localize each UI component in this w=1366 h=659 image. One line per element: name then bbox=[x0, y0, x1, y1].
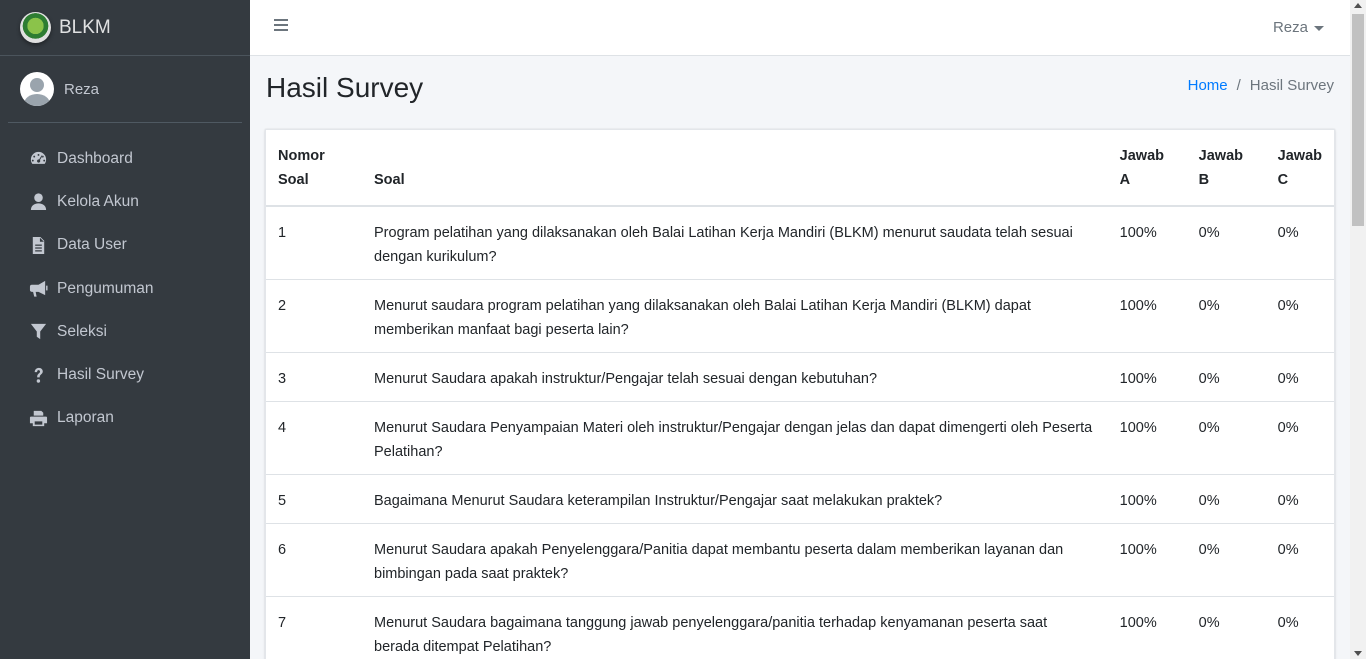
sidebar-item-label: Pengumuman bbox=[57, 279, 154, 297]
sidebar-item-label: Laporan bbox=[57, 409, 114, 427]
scroll-up-icon[interactable] bbox=[1354, 3, 1362, 8]
cell-soal: Program pelatihan yang dilaksanakan oleh… bbox=[374, 225, 1073, 265]
cell-jawab-a: 100% bbox=[1107, 474, 1187, 524]
sidebar-item-hasil-survey[interactable]: Hasil Survey bbox=[0, 353, 250, 396]
sidebar: BLKM Reza Dashboard Kelola Akun Data Use… bbox=[0, 0, 250, 659]
table-row: 2 Menurut saudara program pelatihan yang… bbox=[266, 279, 1334, 353]
column-header-soal: Soal bbox=[362, 130, 1108, 207]
top-navbar: Reza bbox=[250, 0, 1350, 56]
table-row: 7 Menurut Saudara bagaimana tanggung jaw… bbox=[266, 596, 1334, 659]
cell-jawab-a: 100% bbox=[1107, 596, 1187, 659]
sidebar-nav: Dashboard Kelola Akun Data User Pengumum… bbox=[0, 123, 250, 440]
file-icon bbox=[28, 235, 48, 255]
sidebar-item-laporan[interactable]: Laporan bbox=[0, 397, 250, 440]
column-header-jawab-b: Jawab B bbox=[1186, 130, 1266, 207]
cell-jawab-a: 100% bbox=[1107, 352, 1187, 402]
table-row: 6 Menurut Saudara apakah Penyelenggara/P… bbox=[266, 523, 1334, 597]
survey-card: Nomor Soal Soal Jawab A Jawab B Jawab C 1 Pr… bbox=[265, 129, 1335, 659]
cell-jawab-b: 0% bbox=[1186, 401, 1266, 475]
scrollbar-thumb[interactable] bbox=[1352, 14, 1364, 226]
cell-jawab-c: 0% bbox=[1265, 352, 1334, 402]
table-header-row: Nomor Soal Soal Jawab A Jawab B Jawab C bbox=[266, 130, 1334, 207]
scroll-down-icon[interactable] bbox=[1354, 651, 1362, 656]
page-scrollbar[interactable] bbox=[1350, 0, 1366, 659]
question-icon bbox=[28, 365, 48, 385]
avatar bbox=[20, 72, 54, 106]
cell-nomor: 3 bbox=[266, 352, 362, 402]
cell-nomor: 7 bbox=[266, 596, 362, 659]
brand-link[interactable]: BLKM bbox=[0, 0, 250, 56]
cell-jawab-c: 0% bbox=[1265, 279, 1334, 353]
cell-jawab-b: 0% bbox=[1186, 596, 1266, 659]
cell-jawab-a: 100% bbox=[1107, 279, 1187, 353]
sidebar-item-label: Seleksi bbox=[57, 322, 107, 340]
sidebar-item-kelola-akun[interactable]: Kelola Akun bbox=[0, 180, 250, 223]
page-title: Hasil Survey bbox=[266, 72, 424, 103]
cell-soal: Menurut Saudara apakah instruktur/Pengaj… bbox=[362, 352, 1108, 402]
cell-jawab-b: 0% bbox=[1198, 225, 1220, 241]
table-row: 3 Menurut Saudara apakah instruktur/Peng… bbox=[266, 352, 1334, 402]
tachometer-icon bbox=[28, 149, 48, 169]
filter-icon bbox=[28, 322, 48, 342]
cell-soal: Menurut Saudara Penyampaian Materi oleh … bbox=[362, 401, 1108, 475]
column-header-jawab-c: Jawab C bbox=[1265, 130, 1334, 207]
bullhorn-icon bbox=[28, 279, 48, 299]
caret-down-icon bbox=[1314, 25, 1324, 31]
cell-nomor: 1 bbox=[278, 225, 287, 241]
cell-jawab-b: 0% bbox=[1186, 352, 1266, 402]
cell-jawab-c: 0% bbox=[1265, 474, 1334, 524]
sidebar-item-dashboard[interactable]: Dashboard bbox=[0, 137, 250, 180]
cell-nomor: 5 bbox=[266, 474, 362, 524]
sidebar-item-seleksi[interactable]: Seleksi bbox=[0, 310, 250, 353]
cell-soal: Bagaimana Menurut Saudara keterampilan I… bbox=[362, 474, 1108, 524]
table-row: 4 Menurut Saudara Penyampaian Materi ole… bbox=[266, 401, 1334, 475]
cell-jawab-a: 100% bbox=[1107, 401, 1187, 475]
sidebar-item-data-user[interactable]: Data User bbox=[0, 224, 250, 267]
brand-name: BLKM bbox=[59, 16, 111, 38]
cell-soal: Menurut saudara program pelatihan yang d… bbox=[362, 279, 1108, 353]
breadcrumb: Home / Hasil Survey bbox=[1188, 77, 1334, 94]
cell-jawab-a: 100% bbox=[1107, 523, 1187, 597]
survey-table: Nomor Soal Soal Jawab A Jawab B Jawab C 1 Pr… bbox=[266, 130, 1334, 659]
sidebar-item-label: Hasil Survey bbox=[57, 366, 144, 384]
user-dropdown[interactable]: Reza bbox=[1273, 19, 1324, 36]
cell-soal: Menurut Saudara apakah Penyelenggara/Pan… bbox=[362, 523, 1108, 597]
cell-jawab-b: 0% bbox=[1186, 474, 1266, 524]
cell-jawab-b: 0% bbox=[1186, 523, 1266, 597]
cell-nomor: 2 bbox=[266, 279, 362, 353]
user-dropdown-label: Reza bbox=[1272, 19, 1308, 36]
cell-jawab-c: 0% bbox=[1265, 523, 1334, 597]
sidebar-user-name: Reza bbox=[64, 80, 100, 98]
breadcrumb-home-link[interactable]: Home bbox=[1188, 77, 1228, 94]
cell-soal: Menurut Saudara bagaimana tanggung jawab… bbox=[362, 596, 1108, 659]
user-panel[interactable]: Reza bbox=[8, 56, 242, 123]
brand-logo-icon bbox=[20, 12, 51, 43]
sidebar-item-label: Data User bbox=[57, 236, 127, 254]
print-icon bbox=[28, 408, 48, 428]
cell-jawab-c: 0% bbox=[1265, 401, 1334, 475]
cell-nomor: 4 bbox=[266, 401, 362, 475]
sidebar-item-pengumuman[interactable]: Pengumuman bbox=[0, 267, 250, 310]
column-header-nomor-soal: Nomor Soal bbox=[266, 130, 362, 207]
cell-jawab-c: 0% bbox=[1265, 596, 1334, 659]
table-row: 5 Bagaimana Menurut Saudara keterampilan… bbox=[266, 474, 1334, 524]
cell-jawab-c: 0% bbox=[1277, 225, 1299, 241]
user-icon bbox=[28, 192, 48, 212]
menu-toggle-icon[interactable] bbox=[274, 19, 288, 33]
cell-nomor: 6 bbox=[266, 523, 362, 597]
column-header-jawab-a: Jawab A bbox=[1107, 130, 1187, 207]
sidebar-item-label: Dashboard bbox=[57, 149, 133, 167]
cell-jawab-a: 100% bbox=[1119, 225, 1157, 241]
cell-jawab-b: 0% bbox=[1186, 279, 1266, 353]
sidebar-item-label: Kelola Akun bbox=[57, 192, 139, 210]
breadcrumb-separator: / bbox=[1236, 77, 1241, 94]
table-row: 1 Program pelatihan yang dilaksanakan ol… bbox=[266, 206, 1334, 280]
breadcrumb-current: Hasil Survey bbox=[1249, 77, 1334, 94]
